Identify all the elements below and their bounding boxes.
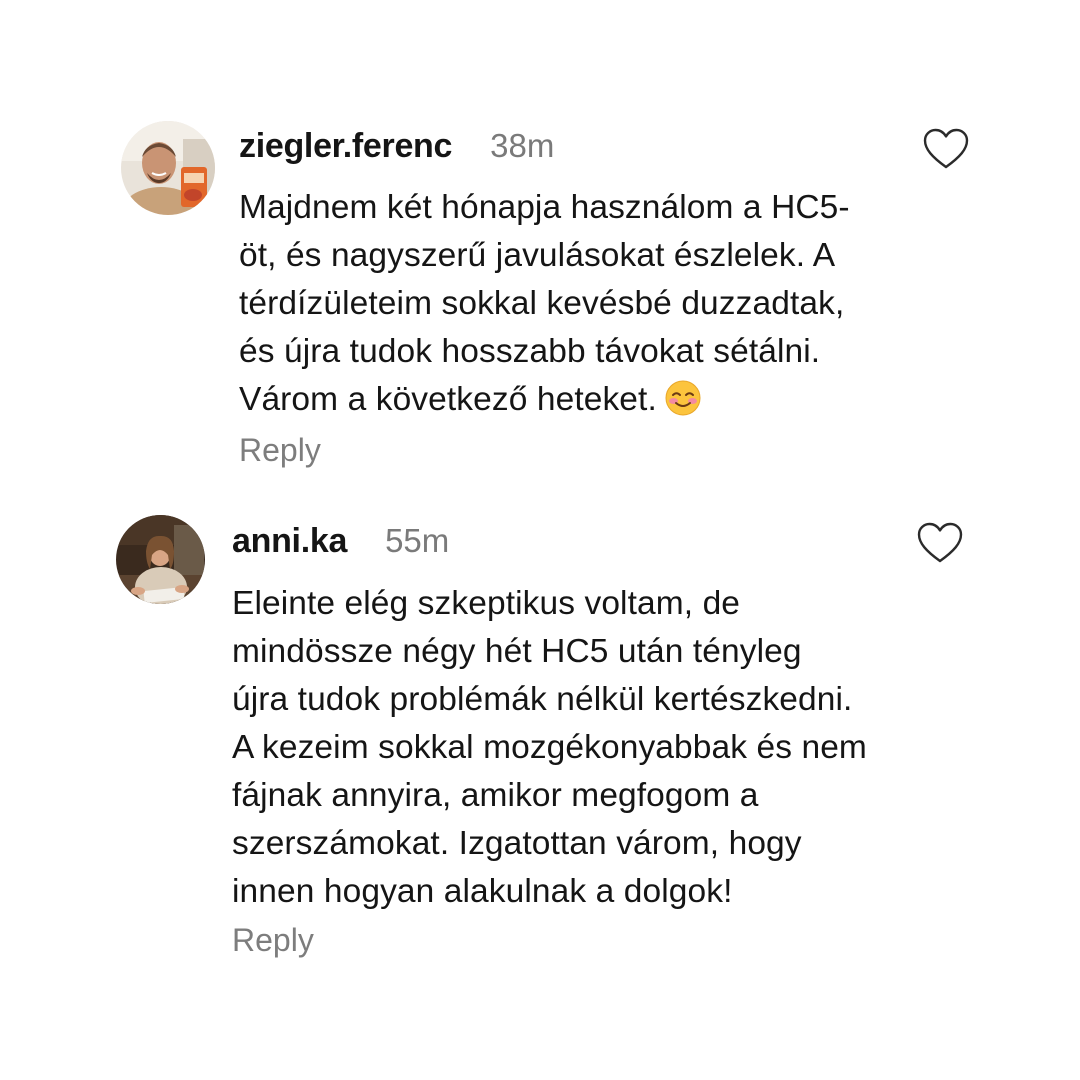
reply-button[interactable]: Reply [239,432,321,469]
comment-text: Eleinte elég szkeptikus voltam, de mindö… [232,580,867,916]
comment-line: öt, és nagyszerű javulásokat észlelek. A [239,237,836,274]
comment-line: térdízületeim sokkal kevésbé duzzadtak, [239,285,845,322]
comment-line-last: Várom a következő heteket. [239,376,850,424]
timestamp: 55m [385,522,450,559]
like-button[interactable] [916,521,964,565]
avatar-ziegler-ferenc[interactable] [121,121,215,215]
username[interactable]: anni.ka [232,522,347,561]
comment-line-text: Várom a következő heteket. [239,381,657,418]
username[interactable]: ziegler.ferenc [239,127,452,166]
timestamp: 38m [490,127,555,164]
comment-line: fájnak annyira, amikor megfogom a [232,777,759,814]
comment-text: Majdnem két hónapja használom a HC5- öt,… [239,184,850,424]
comment-line: mindössze négy hét HC5 után tényleg [232,633,802,670]
user-photo-icon [121,121,215,215]
comment-line: újra tudok problémák nélkül kertészkedni… [232,681,853,718]
smiling-face-with-blush-icon [665,380,701,416]
avatar-anni-ka[interactable] [116,515,205,604]
comment-line: innen hogyan alakulnak a dolgok! [232,873,733,910]
heart-icon [917,522,963,563]
comment-header: anni.ka 55m [232,522,449,561]
comment-line: Majdnem két hónapja használom a HC5- [239,189,850,226]
reply-button[interactable]: Reply [232,922,314,959]
user-photo-icon [116,515,205,604]
like-button[interactable] [922,127,970,171]
comment-line: Eleinte elég szkeptikus voltam, de [232,585,741,622]
comment-line: és újra tudok hosszabb távokat sétálni. [239,333,821,370]
comment-header: ziegler.ferenc 38m [239,127,554,166]
heart-icon [923,128,969,169]
comment-line: A kezeim sokkal mozgékonyabbak és nem [232,729,867,766]
comment-line: szerszámokat. Izgatottan várom, hogy [232,825,802,862]
